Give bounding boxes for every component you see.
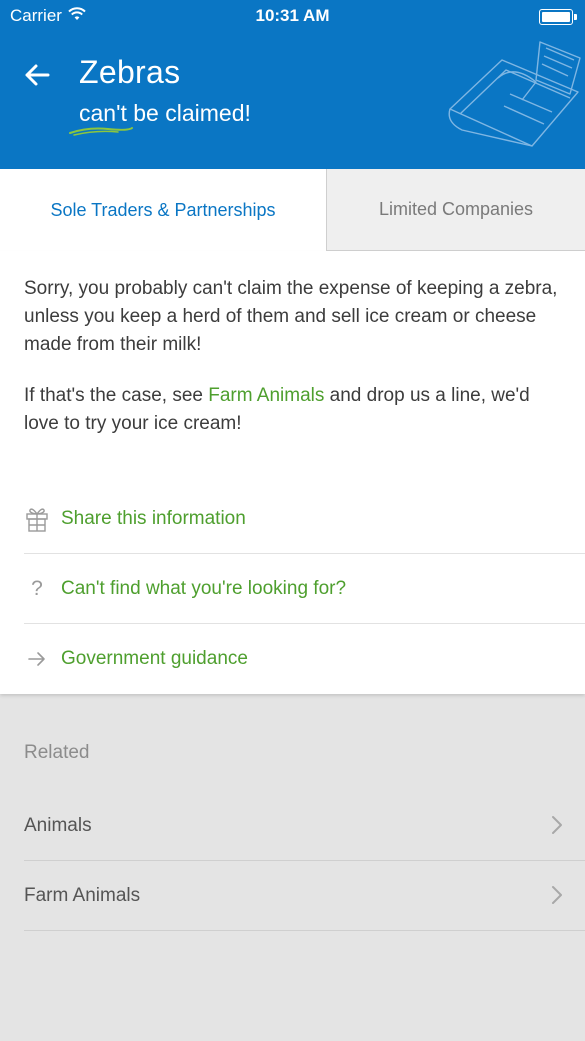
status-bar: Carrier 10:31 AM: [0, 0, 585, 34]
related-item-animals[interactable]: Animals: [24, 791, 585, 861]
related-item-label: Animals: [24, 814, 92, 836]
segment-tabs: Sole Traders & Partnerships Limited Comp…: [0, 169, 585, 251]
share-information-button[interactable]: Share this information: [24, 484, 585, 554]
gift-icon: [24, 506, 50, 532]
wallet-illustration: [448, 41, 581, 147]
back-arrow-icon[interactable]: [22, 60, 52, 90]
government-guidance-label: Government guidance: [61, 648, 248, 669]
chevron-right-icon: [552, 816, 562, 834]
header: Carrier 10:31 AM Zebras can't be claimed…: [0, 0, 585, 169]
tab-limited-companies[interactable]: Limited Companies: [326, 169, 585, 251]
share-information-label: Share this information: [61, 507, 246, 529]
follow-up-text-start: If that's the case, see: [24, 385, 209, 406]
cant-find-button[interactable]: ? Can't find what you're looking for?: [24, 554, 585, 624]
underline-scribble: [69, 127, 133, 136]
related-item-farm-animals[interactable]: Farm Animals: [24, 861, 585, 931]
government-guidance-button[interactable]: Government guidance: [24, 624, 585, 694]
cant-find-label: Can't find what you're looking for?: [61, 577, 347, 599]
farm-animals-link[interactable]: Farm Animals: [208, 385, 324, 406]
explanation-paragraph: Sorry, you probably can't claim the expe…: [24, 278, 558, 355]
page-subtitle: can't be claimed!: [79, 100, 251, 126]
page-title: Zebras: [79, 54, 181, 90]
battery-icon: [539, 9, 577, 25]
tab-sole-traders[interactable]: Sole Traders & Partnerships: [0, 169, 326, 251]
related-heading: Related: [24, 742, 90, 763]
question-icon: ?: [31, 576, 43, 600]
arrow-right-icon: [24, 646, 50, 672]
status-time: 10:31 AM: [255, 6, 330, 25]
related-item-label: Farm Animals: [24, 884, 141, 906]
follow-up-paragraph: If that's the case, see Farm Animals and…: [24, 382, 564, 438]
content-card: Sorry, you probably can't claim the expe…: [0, 251, 585, 694]
chevron-right-icon: [552, 886, 562, 904]
